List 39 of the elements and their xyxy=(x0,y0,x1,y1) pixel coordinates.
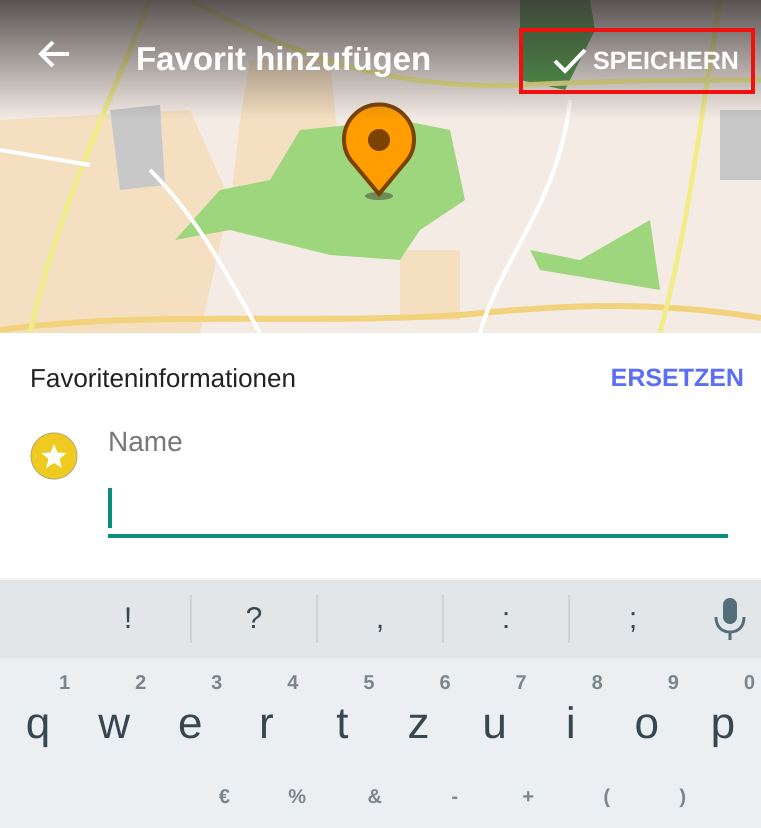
microphone-icon[interactable] xyxy=(713,597,747,641)
keyboard-key[interactable]: o 9 xyxy=(608,658,685,768)
key-hint: 3 xyxy=(211,672,222,695)
key-hint: ) xyxy=(679,785,686,810)
suggestion-key[interactable]: ; xyxy=(570,595,696,643)
replace-button[interactable]: ERSETZEN xyxy=(610,364,744,393)
section-title: Favoriteninformationen xyxy=(30,363,296,394)
key-hint: & xyxy=(368,785,382,810)
key-hint: % xyxy=(288,785,306,810)
key-hint: 0 xyxy=(744,672,755,695)
keyboard-key[interactable]: z 6 xyxy=(380,658,457,768)
keyboard-key[interactable]: e 3 xyxy=(152,658,228,768)
key-hint: ( xyxy=(603,785,610,810)
keyboard-key[interactable]: w 2 xyxy=(76,658,152,768)
key-hint: 1 xyxy=(58,672,70,695)
suggestion-key[interactable]: ? xyxy=(192,595,318,643)
keyboard-key[interactable]: p 0 xyxy=(684,658,761,768)
keyboard-key[interactable]: t 5 xyxy=(304,658,380,768)
keyboard-key[interactable]: u 7 xyxy=(456,658,533,768)
key-hint: - xyxy=(451,785,458,810)
toolbar-title: Favorit hinzufügen xyxy=(136,40,432,78)
key-hint: 6 xyxy=(439,672,451,695)
keyboard-key[interactable]: q 1 xyxy=(0,658,76,768)
key-hint: 4 xyxy=(287,672,298,695)
key-hint: € xyxy=(218,785,230,810)
key-hint: 8 xyxy=(592,672,603,695)
keyboard-key[interactable]: i 8 xyxy=(532,658,609,768)
suggestion-key[interactable]: ! xyxy=(66,595,192,643)
keyboard-key[interactable]: r 4 xyxy=(228,658,304,768)
key-hint: 5 xyxy=(363,672,374,695)
map-pin-icon xyxy=(340,102,418,200)
name-field[interactable]: Name xyxy=(108,422,728,538)
key-hint: 2 xyxy=(135,672,146,695)
key-hint: 7 xyxy=(516,672,527,695)
key-hint: + xyxy=(522,785,534,810)
suggestion-key[interactable]: , xyxy=(318,595,444,643)
suggestion-key[interactable]: : xyxy=(444,595,570,643)
key-hint: 9 xyxy=(668,672,679,695)
check-icon xyxy=(553,47,587,75)
